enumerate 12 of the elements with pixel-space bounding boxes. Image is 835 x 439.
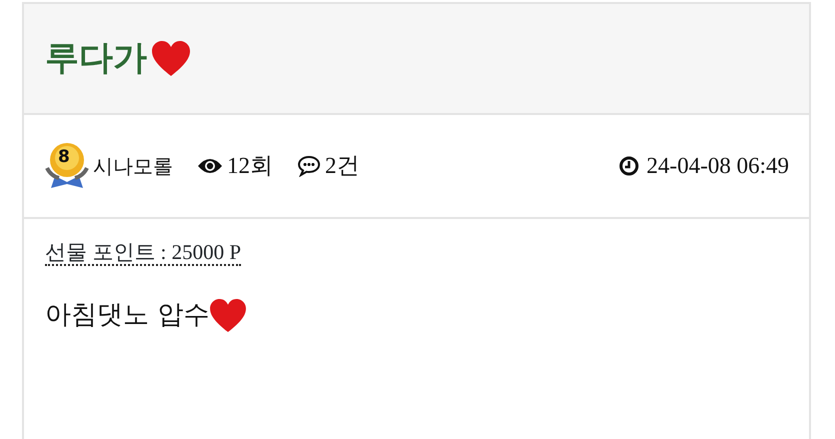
speech-bubble-icon: [297, 155, 321, 177]
clock-icon: [618, 156, 639, 176]
author-name[interactable]: 시나모롤: [93, 151, 173, 181]
eye-icon: [197, 158, 223, 174]
post-title: 루다가: [45, 37, 147, 80]
gift-points: 선물 포인트 : 25000 P: [45, 240, 242, 266]
heart-icon: [209, 298, 248, 332]
heart-icon: [151, 40, 191, 76]
view-count: 12회: [227, 152, 273, 180]
comment-count: 2건: [325, 152, 360, 180]
post-date: 24-04-08 06:49: [646, 152, 789, 180]
post-body: 아침댓노 압수: [45, 299, 210, 332]
